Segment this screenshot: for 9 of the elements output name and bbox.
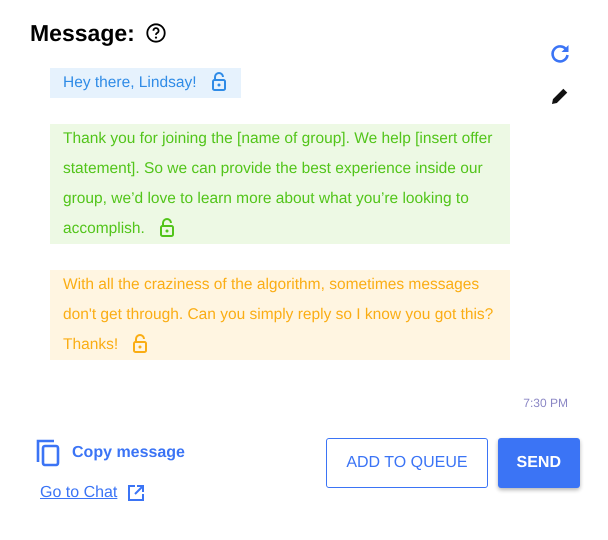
message-text: With all the craziness of the algorithm, sometimes messages don't get through. Can you simply reply so I know you got this? Thanks! [50, 270, 510, 360]
message-time: 7:30 PM [522, 396, 568, 410]
message-text: Thank you for joining the [name of group]. We help [insert offer statement]. So we can provide the best experience inside our group, we’d love to learn more about what you’re looking to accomplish. [50, 124, 510, 244]
add-to-queue-button[interactable]: ADD TO QUEUE [326, 438, 488, 488]
send-button[interactable]: SEND [498, 438, 580, 488]
message-title: Message: [30, 20, 135, 46]
copy-message-link[interactable]: Copy message [36, 438, 185, 468]
go-to-chat-link[interactable]: Go to Chat [40, 484, 185, 502]
message-text: Hey there, Lindsay! [50, 68, 241, 98]
